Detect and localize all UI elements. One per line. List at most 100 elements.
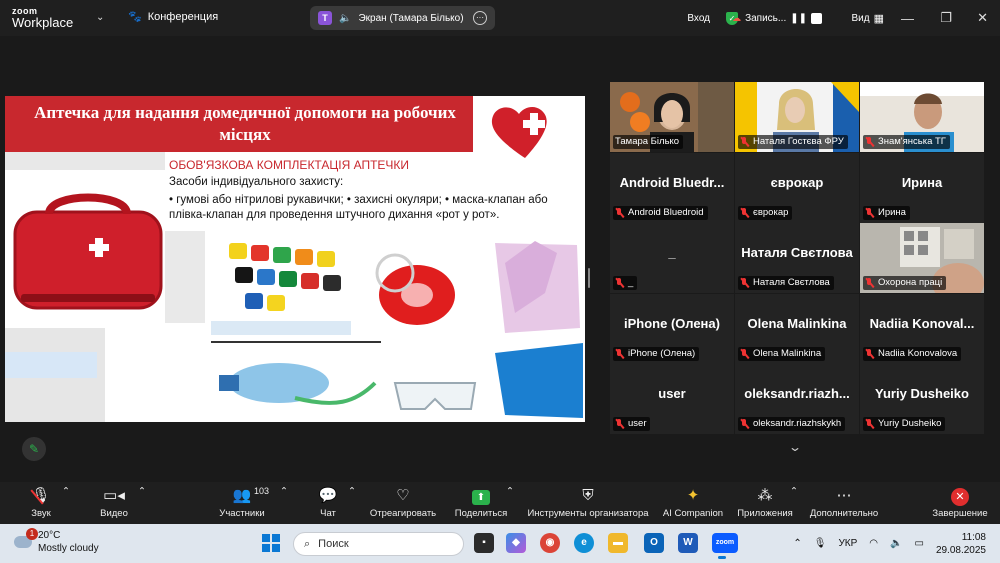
outlook-icon[interactable]: O	[644, 533, 664, 553]
volume-icon[interactable]: 🔈	[890, 538, 902, 549]
chat-button[interactable]: 💬 Чат	[312, 486, 344, 519]
participant-tile[interactable]: Наталя Свєтлова Наталя Свєтлова	[735, 223, 859, 293]
restore-icon[interactable]: ❐	[940, 10, 952, 26]
system-tray: ⌃ 🎙 УКР ◠ 🔈 ▭ 11:08 29.08.2025	[793, 524, 1000, 563]
participant-label: Наталя Гостєва ФРУ	[738, 135, 848, 149]
annotate-pen-icon[interactable]: ✎	[22, 437, 46, 461]
gallery-next-page-icon[interactable]: ⌄	[788, 440, 802, 454]
audio-options-caret[interactable]: ⌃	[62, 486, 70, 497]
video-button[interactable]: ▭◂ Видео	[94, 486, 134, 519]
participant-label: Ирина	[863, 206, 910, 220]
edge-icon[interactable]: e	[574, 533, 594, 553]
more-icon[interactable]: ···	[473, 11, 487, 25]
react-button[interactable]: ♡ Отреагировать	[366, 486, 440, 519]
participant-tile[interactable]: єврокар єврокар	[735, 153, 859, 223]
video-options-caret[interactable]: ⌃	[138, 486, 146, 497]
participant-label: Olena Malinkina	[738, 347, 826, 361]
speaker-icon[interactable]: 🔈	[339, 13, 351, 24]
minimize-icon[interactable]: —	[901, 11, 914, 26]
conference-menu[interactable]: 🐾 Конференция	[128, 10, 218, 24]
participant-tile[interactable]: iPhone (Олена) iPhone (Олена)	[610, 294, 734, 364]
recording-label: Запись...	[745, 12, 787, 24]
battery-icon[interactable]: ▭	[914, 538, 923, 549]
participants-label: Участники	[219, 508, 265, 519]
decor-block	[165, 231, 205, 323]
participant-name: Охорона праці	[878, 277, 943, 288]
chrome-icon[interactable]: ◉	[540, 533, 560, 553]
participant-tile[interactable]: Android Bluedr... Android Bluedroid	[610, 153, 734, 223]
participant-display-name: єврокар	[770, 175, 824, 190]
participant-label: Наталя Свєтлова	[738, 276, 834, 290]
split-handle[interactable]	[588, 268, 590, 288]
pause-icon[interactable]: ❚❚	[790, 13, 807, 24]
more-button[interactable]: ⋯ Дополнительно	[806, 486, 882, 519]
meeting-toolbar: 🎙 Звук ⌃ ▭◂ Видео ⌃ 👥 Участники 103 ⌃ 💬 …	[0, 482, 1000, 524]
more-icon: ⋯	[836, 487, 852, 504]
apps-options-caret[interactable]: ⌃	[790, 486, 798, 497]
participant-name: єврокар	[753, 207, 789, 218]
participant-tile[interactable]: Nadiia Konoval... Nadiia Konovalova	[860, 294, 984, 364]
close-icon[interactable]: ✕	[977, 10, 988, 26]
participant-name: Наталя Гостєва ФРУ	[753, 136, 844, 147]
signin-button[interactable]: Вход	[687, 13, 710, 24]
time: 11:08	[961, 531, 986, 543]
grid-icon: ▦	[873, 12, 884, 25]
sparkle-icon: ✦	[686, 487, 700, 504]
participants-gallery: Тамара Білько Наталя Гостєва ФРУ Знам'ян…	[610, 82, 984, 434]
microphone-icon[interactable]: 🎙	[814, 538, 827, 549]
view-menu[interactable]: Вид ▦	[852, 12, 885, 25]
mic-muted-icon	[615, 278, 624, 288]
chevron-down-icon[interactable]: ⌄	[96, 12, 104, 23]
participant-tile[interactable]: Тамара Білько	[610, 82, 734, 152]
windows-start-icon[interactable]	[262, 534, 280, 552]
participant-tile[interactable]: Yuriy Dusheiko Yuriy Dusheiko	[860, 364, 984, 434]
screen-share-pill[interactable]: T 🔈 Экран (Тамара Білько) ···	[310, 6, 495, 30]
participant-label: Android Bluedroid	[613, 206, 708, 220]
clock[interactable]: 11:08 29.08.2025	[936, 531, 986, 557]
mic-muted-icon	[615, 349, 624, 359]
share-button[interactable]: ⬆ Поделиться	[452, 486, 510, 519]
participant-name: oleksandr.riazhskykh	[753, 418, 842, 429]
participant-name: Yuriy Dusheiko	[878, 418, 942, 429]
participant-tile[interactable]: user user	[610, 364, 734, 434]
participant-tile[interactable]: oleksandr.riazh... oleksandr.riazhskykh	[735, 364, 859, 434]
zoom-app-icon[interactable]: zoom	[712, 533, 738, 559]
stop-icon[interactable]	[811, 12, 822, 24]
chat-options-caret[interactable]: ⌃	[348, 486, 356, 497]
participant-label: Охорона праці	[863, 276, 947, 290]
host-tools-button[interactable]: ⛨ Инструменты организатора	[524, 486, 652, 519]
participant-tile[interactable]: _ _	[610, 223, 734, 293]
zoom-workplace-logo[interactable]: zoom Workplace	[12, 5, 73, 29]
word-icon[interactable]: W	[678, 533, 698, 553]
file-explorer-icon[interactable]: ▬	[608, 533, 628, 553]
participant-display-name: oleksandr.riazh...	[744, 386, 850, 401]
windows-taskbar: 20°C Mostly cloudy 1 ⌕ Поиск ▪ ◆ ◉ e ▬ O…	[0, 524, 1000, 563]
chevron-up-icon[interactable]: ⌃	[793, 538, 801, 549]
task-view-icon[interactable]: ▪	[474, 533, 494, 553]
apps-button[interactable]: ⁂ Приложения	[734, 486, 796, 519]
participant-display-name: Наталя Свєтлова	[741, 245, 853, 260]
participants-options-caret[interactable]: ⌃	[280, 486, 288, 497]
participant-display-name: _	[668, 245, 676, 260]
wifi-icon[interactable]: ◠	[869, 538, 878, 549]
input-language[interactable]: УКР	[838, 538, 857, 549]
participant-tile[interactable]: Ирина Ирина	[860, 153, 984, 223]
sharer-avatar: T	[318, 11, 332, 25]
participant-label: iPhone (Олена)	[613, 347, 700, 361]
participant-tile[interactable]: Olena Malinkina Olena Malinkina	[735, 294, 859, 364]
copilot-icon[interactable]: ◆	[506, 533, 526, 553]
taskbar-search[interactable]: ⌕ Поиск	[293, 532, 464, 556]
slide-text-line-2: • гумові або нітрилові рукавички; • захи…	[169, 194, 548, 221]
recording-indicator[interactable]: ☁ Запись... ❚❚	[732, 12, 822, 24]
audio-button[interactable]: 🎙 Звук	[22, 486, 60, 519]
ai-companion-button[interactable]: ✦ AI Companion	[660, 486, 726, 519]
share-options-caret[interactable]: ⌃	[506, 486, 514, 497]
ai-companion-label: AI Companion	[662, 508, 724, 519]
end-meeting-button[interactable]: ✕ Завершение	[928, 486, 992, 519]
participant-label: oleksandr.riazhskykh	[738, 417, 846, 431]
participant-tile[interactable]: Охорона праці	[860, 223, 984, 293]
participant-tile[interactable]: Наталя Гостєва ФРУ	[735, 82, 859, 152]
mic-muted-icon	[615, 208, 624, 218]
chat-icon: 💬	[318, 487, 338, 504]
participant-tile[interactable]: Знам'янська ТГ	[860, 82, 984, 152]
